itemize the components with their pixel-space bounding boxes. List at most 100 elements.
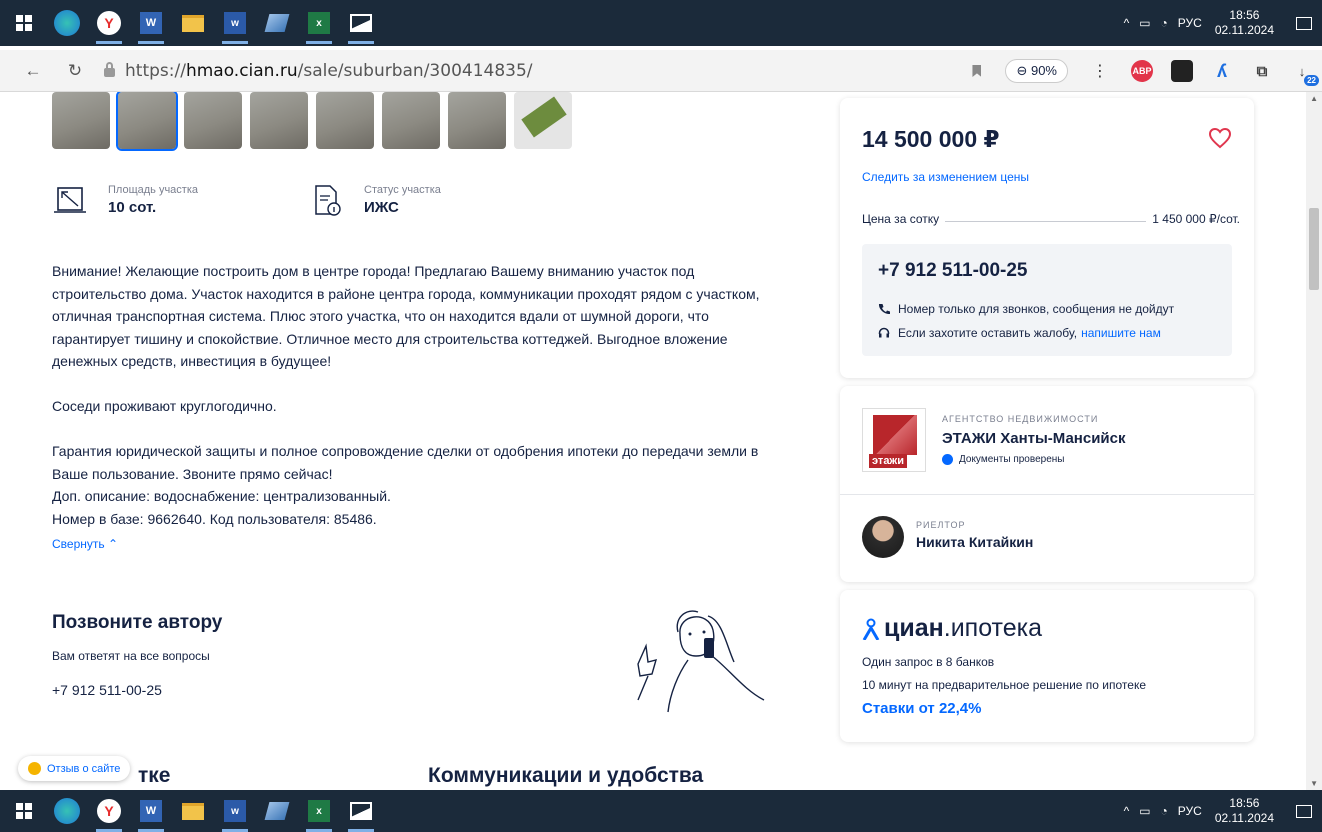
dotted-leader xyxy=(945,212,1147,222)
translate-extension-icon[interactable]: ʎ xyxy=(1211,60,1233,82)
call-author-subtitle: Вам ответят на все вопросы xyxy=(52,649,210,663)
fact-status: Статус участка ИЖС xyxy=(308,184,441,216)
system-tray: ^ ▭ ◔ РУС 18:56 02.11.2024 xyxy=(1119,790,1322,832)
photo-thumbnail[interactable] xyxy=(250,92,308,149)
photos-icon[interactable] xyxy=(344,794,378,832)
mortgage-rates-link[interactable]: Ставки от 22,4% xyxy=(862,700,981,717)
call-author-phone[interactable]: +7 912 511-00-25 xyxy=(52,682,162,698)
start-button[interactable] xyxy=(0,790,48,832)
file-explorer-icon[interactable] xyxy=(176,794,210,828)
follow-price-link[interactable]: Следить за изменением цены xyxy=(862,170,1029,184)
photo-thumbnail-selected[interactable] xyxy=(116,92,178,151)
scroll-thumb[interactable] xyxy=(1309,208,1319,290)
edge-icon[interactable] xyxy=(54,798,80,824)
edge-icon[interactable] xyxy=(54,10,80,36)
zoom-icon: ⊖ xyxy=(1016,63,1031,78)
notifications-icon[interactable] xyxy=(1286,790,1322,832)
zoom-indicator[interactable]: ⊖ 90% xyxy=(1005,59,1068,83)
listing-description: Внимание! Желающие построить дом в центр… xyxy=(52,260,772,553)
agency-name[interactable]: ЭТАЖИ Ханты-Мансийск xyxy=(942,430,1126,447)
file-explorer-icon[interactable] xyxy=(176,6,210,40)
scroll-down-icon[interactable]: ▼ xyxy=(1310,779,1318,788)
photo-thumbnail[interactable] xyxy=(184,92,242,149)
url-path: /sale/suburban/300414835/ xyxy=(297,60,533,81)
support-headset-icon xyxy=(878,327,890,338)
puzzle-icon[interactable]: ⧉ xyxy=(1251,60,1273,82)
collapse-link[interactable]: Свернуть ⌃ xyxy=(52,537,118,551)
calls-only-note: Номер только для звонков, сообщения не д… xyxy=(878,302,1174,316)
chevron-up-icon[interactable]: ^ xyxy=(1124,804,1130,818)
back-icon[interactable]: ← xyxy=(18,61,48,81)
call-author-title: Позвоните автору xyxy=(52,612,223,633)
phone-icon xyxy=(878,304,890,315)
photos-icon[interactable] xyxy=(344,6,378,44)
photo-thumbnail[interactable] xyxy=(382,92,440,149)
clock-time: 18:56 xyxy=(1229,796,1260,810)
adblock-icon[interactable]: ABP xyxy=(1131,60,1153,82)
description-paragraph: Внимание! Желающие построить дом в центр… xyxy=(52,263,760,369)
fact-label: Площадь участка xyxy=(108,184,198,196)
publisher-icon[interactable]: W xyxy=(134,794,168,832)
word-icon[interactable]: w xyxy=(218,6,252,44)
language-indicator[interactable]: РУС xyxy=(1178,804,1202,818)
feedback-label: Отзыв о сайте xyxy=(47,762,121,775)
language-indicator[interactable]: РУС xyxy=(1178,16,1202,30)
windows-icon xyxy=(16,803,32,819)
agency-logo[interactable]: этажи xyxy=(862,408,926,472)
start-button[interactable] xyxy=(0,2,48,44)
photo-thumbnail[interactable] xyxy=(52,92,110,149)
fact-label: Статус участка xyxy=(364,184,441,196)
taskbar-top: Y W w x ^ ▭ ◔ РУС 18:56 02.11.2024 xyxy=(0,0,1322,46)
realtor-avatar[interactable] xyxy=(862,516,904,558)
mortgage-line-2: 10 минут на предварительное решение по и… xyxy=(862,678,1146,692)
word-icon[interactable]: w xyxy=(218,794,252,832)
complaint-text: Если захотите оставить жалобу, xyxy=(898,326,1078,340)
downloads-icon[interactable]: ↓ 22 xyxy=(1291,60,1319,86)
reload-icon[interactable]: ↻ xyxy=(60,61,90,81)
seller-phone[interactable]: +7 912 511-00-25 xyxy=(878,260,1028,282)
price: 14 500 000 ₽ xyxy=(862,126,1000,152)
excel-icon[interactable]: x xyxy=(302,794,336,832)
app-icon[interactable] xyxy=(260,6,294,40)
mortgage-card[interactable]: циан .ипотека Один запрос в 8 банков 10 м… xyxy=(840,590,1254,742)
realtor-kind: РИЕЛТОР xyxy=(916,520,966,530)
yandex-browser-icon[interactable]: Y xyxy=(92,6,126,44)
collapse-label: Свернуть xyxy=(52,537,105,551)
building-logo-icon xyxy=(873,415,917,455)
write-us-link[interactable]: напишите нам xyxy=(1081,326,1161,340)
price-per-sotka: Цена за сотку 1 450 000 ₽/сот. xyxy=(862,212,1240,226)
more-menu-icon[interactable]: ⋮ xyxy=(1092,61,1108,81)
address-bar[interactable]: https://hmao.cian.ru/sale/suburban/30041… xyxy=(98,61,533,81)
document-info-icon xyxy=(315,185,341,216)
map-thumbnail[interactable] xyxy=(514,92,572,149)
battery-icon[interactable]: ▭ xyxy=(1139,804,1150,818)
page-scrollbar[interactable]: ▲ ▼ xyxy=(1306,92,1322,790)
yandex-browser-icon[interactable]: Y xyxy=(92,794,126,832)
realtor-name[interactable]: Никита Китайкин xyxy=(916,534,1033,550)
phone-box: +7 912 511-00-25 Номер только для звонко… xyxy=(862,244,1232,356)
excel-icon[interactable]: x xyxy=(302,6,336,44)
clock[interactable]: 18:56 02.11.2024 xyxy=(1215,8,1274,38)
battery-icon[interactable]: ▭ xyxy=(1139,16,1150,30)
favorite-heart-icon[interactable] xyxy=(1208,126,1232,150)
chevron-up-icon[interactable]: ^ xyxy=(1124,16,1130,30)
cian-mortgage-logo: циан .ипотека xyxy=(862,614,1042,643)
wifi-icon[interactable]: ◔ xyxy=(1161,16,1168,30)
scroll-up-icon[interactable]: ▲ xyxy=(1310,94,1318,103)
photo-gallery xyxy=(52,92,580,151)
clock-date: 02.11.2024 xyxy=(1214,811,1274,825)
notifications-icon[interactable] xyxy=(1286,0,1322,46)
system-tray: ^ ▭ ◔ РУС 18:56 02.11.2024 xyxy=(1119,0,1322,46)
extension-icon[interactable] xyxy=(1171,60,1193,82)
publisher-icon[interactable]: W xyxy=(134,6,168,44)
wifi-icon[interactable]: ◔ xyxy=(1161,804,1168,818)
clock[interactable]: 18:56 02.11.2024 xyxy=(1215,796,1274,826)
area-icon xyxy=(54,187,86,213)
photo-thumbnail[interactable] xyxy=(316,92,374,149)
photo-thumbnail[interactable] xyxy=(448,92,506,149)
divider xyxy=(840,494,1254,495)
fact-value: ИЖС xyxy=(364,199,399,216)
feedback-button[interactable]: Отзыв о сайте xyxy=(18,756,131,781)
bookmark-icon[interactable] xyxy=(972,65,982,77)
app-icon[interactable] xyxy=(260,794,294,828)
